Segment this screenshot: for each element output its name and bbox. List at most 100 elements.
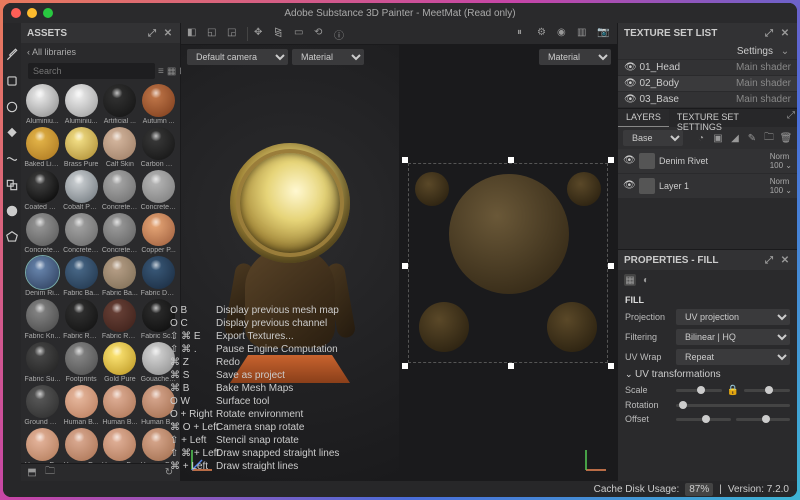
visibility-icon[interactable]: 👁 (624, 62, 637, 73)
pin-icon[interactable]: ⤢ (146, 27, 158, 39)
scale-slider-y[interactable] (744, 389, 790, 392)
display-icon[interactable]: ▥ (577, 27, 591, 41)
polygon-fill-icon[interactable] (5, 230, 19, 244)
asset-swatch[interactable]: Concrete ... (102, 213, 139, 254)
projection-dropdown[interactable]: UV projection (676, 309, 790, 325)
asset-swatch[interactable]: Cobalt Pu... (63, 170, 100, 211)
filtering-dropdown[interactable]: Bilinear | HQ (676, 329, 790, 345)
asset-swatch[interactable]: Concrete ... (24, 213, 61, 254)
asset-swatch[interactable]: Coated M... (24, 170, 61, 211)
visibility-icon[interactable]: 👁 (623, 180, 635, 192)
asset-swatch[interactable]: Baked Lig... (24, 127, 61, 168)
channel-dropdown[interactable]: Base color (623, 130, 683, 146)
camera-icon[interactable]: 📷 (597, 27, 611, 41)
asset-swatch[interactable]: Autumn ... (140, 84, 177, 125)
symmetry-icon[interactable]: ⧎ (274, 27, 288, 41)
chevron-down-icon[interactable]: ⌄ (779, 45, 791, 57)
uv-layout[interactable] (408, 163, 608, 363)
clone-icon[interactable] (5, 178, 19, 192)
rotation-slider[interactable] (676, 404, 790, 407)
close-props-icon[interactable]: ✕ (779, 254, 791, 266)
settings-label[interactable]: Settings (737, 46, 773, 57)
perspective-icon[interactable]: ▭ (294, 27, 308, 41)
viewport-2d[interactable]: Material (399, 45, 617, 481)
asset-swatch[interactable]: Calf Skin (102, 127, 139, 168)
fill-icon[interactable] (5, 126, 19, 140)
close-button[interactable] (11, 8, 21, 18)
asset-swatch[interactable]: Ground G... (24, 385, 61, 426)
visibility-icon[interactable]: 👁 (624, 94, 637, 105)
texture-set-row[interactable]: 👁 03_BaseMain shader (618, 92, 797, 107)
asset-swatch[interactable]: Fabric Ro... (102, 299, 139, 340)
asset-swatch[interactable]: Brass Pure (63, 127, 100, 168)
vp-3d-icon[interactable]: ◱ (207, 27, 221, 41)
uvtrans-label[interactable]: ⌄ UV transformations (625, 369, 790, 380)
info-icon[interactable]: ⓘ (334, 27, 348, 41)
close-icon[interactable]: ✕ (779, 27, 791, 39)
layer-row[interactable]: 👁Denim RivetNorm100 ⌄ (618, 149, 797, 173)
list-view-icon[interactable]: ≡ (158, 66, 164, 77)
asset-swatch[interactable]: Artificial ... (102, 84, 139, 125)
material-icon[interactable] (5, 204, 19, 218)
minimize-button[interactable] (27, 8, 37, 18)
render-mode-2d-dropdown[interactable]: Material (539, 49, 611, 65)
visibility-icon[interactable]: 👁 (624, 78, 637, 89)
asset-swatch[interactable]: Human B... (63, 385, 100, 426)
camera-dropdown[interactable]: Default camera (187, 49, 288, 65)
asset-swatch[interactable]: Carbon Fi... (140, 127, 177, 168)
texture-set-row[interactable]: 👁 01_HeadMain shader (618, 60, 797, 75)
add-layer-icon[interactable]: ✎ (746, 132, 758, 144)
asset-swatch[interactable]: Human E... (63, 428, 100, 463)
add-mask-icon[interactable]: ▣ (712, 132, 724, 144)
asset-swatch[interactable]: Footprints (63, 342, 100, 383)
offset-slider-x[interactable] (676, 418, 731, 421)
expand-layers-icon[interactable]: ⤢ (785, 109, 797, 121)
asset-swatch[interactable]: Aluminiu... (63, 84, 100, 125)
viewport-3d[interactable]: Default camera Material O BDisplay previ… (181, 45, 399, 481)
delete-layer-icon[interactable]: 🗑 (780, 132, 792, 144)
asset-swatch[interactable]: Human B... (102, 385, 139, 426)
assets-search-input[interactable] (28, 63, 155, 79)
visibility-icon[interactable]: 👁 (623, 155, 635, 167)
vp-2d-icon[interactable]: ◲ (227, 27, 241, 41)
expand-icon[interactable]: ⤢ (763, 27, 775, 39)
rotate-icon[interactable]: ⟲ (314, 27, 328, 41)
asset-swatch[interactable]: Copper P... (140, 213, 177, 254)
tab-layers[interactable]: LAYERS (618, 109, 669, 127)
asset-swatch[interactable]: Fabric Ba... (63, 256, 100, 297)
asset-swatch[interactable]: Fabric De... (140, 256, 177, 297)
layer-row[interactable]: 👁Layer 1Norm100 ⌄ (618, 174, 797, 198)
add-effect-icon[interactable]: ◔ (695, 132, 707, 144)
asset-swatch[interactable]: Fabric Su... (24, 342, 61, 383)
projection-icon[interactable] (5, 100, 19, 114)
folder-icon[interactable]: 🗀 (44, 467, 56, 479)
vp-2d3d-icon[interactable]: ◧ (187, 27, 201, 41)
gizmo-icon[interactable]: ✥ (254, 27, 268, 41)
brush-icon[interactable] (5, 48, 19, 62)
close-panel-icon[interactable]: ✕ (162, 27, 174, 39)
texture-set-row[interactable]: 👁 02_BodyMain shader (618, 76, 797, 91)
asset-swatch[interactable]: Aluminiu... (24, 84, 61, 125)
scale-slider-x[interactable] (676, 389, 722, 392)
import-icon[interactable]: ⬒ (26, 467, 38, 479)
add-folder-icon[interactable]: 🗀 (763, 132, 775, 144)
uvwrap-dropdown[interactable]: Repeat (676, 349, 790, 365)
asset-swatch[interactable]: Human E... (24, 428, 61, 463)
smudge-icon[interactable] (5, 152, 19, 166)
iray-icon[interactable]: ◉ (557, 27, 571, 41)
asset-swatch[interactable]: Denim Ri... (24, 256, 61, 297)
add-fill-icon[interactable]: ◢ (729, 132, 741, 144)
assets-breadcrumb[interactable]: ‹ All libraries (21, 43, 180, 61)
asset-swatch[interactable]: Gold Pure (102, 342, 139, 383)
offset-slider-y[interactable] (736, 418, 791, 421)
eraser-icon[interactable] (5, 74, 19, 88)
lock-icon[interactable]: 🔒 (727, 384, 739, 396)
asset-swatch[interactable]: Human Fe... (102, 428, 139, 463)
render-settings-icon[interactable]: ⚙ (537, 27, 551, 41)
small-grid-icon[interactable]: ▦ (167, 66, 176, 77)
asset-swatch[interactable]: Concrete ... (102, 170, 139, 211)
asset-swatch[interactable]: Fabric Kn... (24, 299, 61, 340)
fill-mode-icon[interactable]: ▦ (624, 274, 636, 286)
asset-swatch[interactable]: Fabric Ro... (63, 299, 100, 340)
tab-texture-set-settings[interactable]: TEXTURE SET SETTINGS (669, 109, 785, 127)
